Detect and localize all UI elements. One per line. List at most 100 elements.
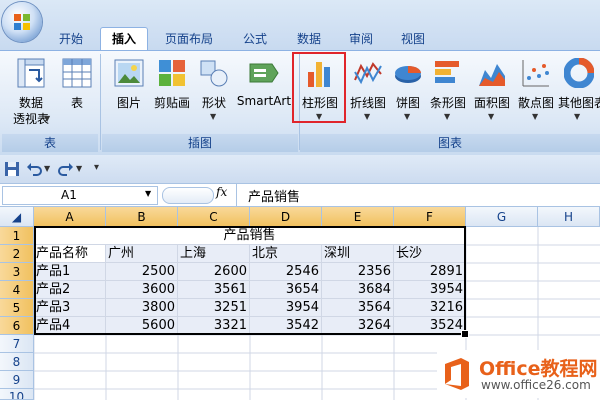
tab-home[interactable]: 开始: [48, 28, 94, 50]
clipart-button-label: 剪贴画: [153, 96, 190, 110]
formula-content[interactable]: 产品销售: [248, 186, 300, 205]
group-label-illustrations: 插图: [102, 134, 298, 152]
tab-page-layout[interactable]: 页面布局: [156, 28, 222, 50]
insert-function-icon[interactable]: fx: [216, 185, 227, 199]
chevron-down-icon: ▼: [210, 112, 217, 121]
cell-d2[interactable]: 北京: [250, 245, 322, 263]
row-header-9[interactable]: 9: [0, 371, 34, 389]
column-header-h[interactable]: H: [538, 207, 600, 227]
table-button[interactable]: 表: [58, 56, 96, 132]
chevron-down-icon: ▼: [44, 114, 51, 123]
cell-b6[interactable]: 5600: [106, 317, 178, 335]
picture-icon: [114, 59, 144, 87]
column-header-b[interactable]: B: [106, 207, 178, 227]
undo-dropdown-icon[interactable]: ▼: [44, 164, 50, 173]
table-icon: [62, 58, 92, 88]
cell-e2[interactable]: 深圳: [322, 245, 394, 263]
cell-f6[interactable]: 3524: [394, 317, 466, 335]
cell-a6[interactable]: 产品4: [34, 317, 106, 335]
redo-dropdown-icon[interactable]: ▼: [76, 164, 82, 173]
line-chart-icon: [354, 62, 382, 85]
save-icon[interactable]: [4, 161, 20, 177]
row-header-7[interactable]: 7: [0, 335, 34, 353]
pie-chart-label: 饼图: [395, 96, 420, 110]
row-header-2[interactable]: 2: [0, 245, 34, 263]
cell-f4[interactable]: 3954: [394, 281, 466, 299]
cell-d4[interactable]: 3654: [250, 281, 322, 299]
select-all-corner[interactable]: ◢: [0, 207, 34, 227]
smartart-button[interactable]: SmartArt: [236, 56, 292, 132]
office-watermark-logo-icon: [445, 358, 469, 390]
column-header-d[interactable]: D: [250, 207, 322, 227]
cell-e3[interactable]: 2356: [322, 263, 394, 281]
chevron-down-icon: ▼: [145, 189, 152, 198]
tab-insert[interactable]: 插入: [100, 27, 148, 51]
group-label-charts: 图表: [300, 134, 600, 152]
cell-c3[interactable]: 2600: [178, 263, 250, 281]
watermark: Office教程网 www.office26.com: [437, 350, 600, 398]
cell-e4[interactable]: 3684: [322, 281, 394, 299]
tab-view[interactable]: 视图: [390, 28, 436, 50]
name-box[interactable]: A1 ▼: [2, 186, 158, 205]
area-chart-button[interactable]: 面积图 ▼: [470, 56, 514, 132]
cell-b4[interactable]: 3600: [106, 281, 178, 299]
undo-icon[interactable]: [26, 161, 42, 177]
row-header-4[interactable]: 4: [0, 281, 34, 299]
cell-f2[interactable]: 长沙: [394, 245, 466, 263]
cell-f5[interactable]: 3216: [394, 299, 466, 317]
cell-f3[interactable]: 2891: [394, 263, 466, 281]
cell-a2[interactable]: 产品名称: [34, 245, 106, 263]
row-header-6[interactable]: 6: [0, 317, 34, 335]
row-header-5[interactable]: 5: [0, 299, 34, 317]
cell-d3[interactable]: 2546: [250, 263, 322, 281]
column-header-a[interactable]: A: [34, 207, 106, 227]
row-header-8[interactable]: 8: [0, 353, 34, 371]
cell-a3[interactable]: 产品1: [34, 263, 106, 281]
other-charts-label: 其他图表: [558, 96, 600, 110]
office-button[interactable]: [2, 2, 42, 42]
column-header-f[interactable]: F: [394, 207, 466, 227]
tab-data[interactable]: 数据: [286, 28, 332, 50]
line-chart-button[interactable]: 折线图 ▼: [346, 56, 390, 132]
bar-chart-label: 条形图: [429, 96, 466, 110]
cell-a5[interactable]: 产品3: [34, 299, 106, 317]
column-header-c[interactable]: C: [178, 207, 250, 227]
bar-chart-button[interactable]: 条形图 ▼: [426, 56, 470, 132]
pivot-table-button[interactable]: 数据 透视表 ▼: [6, 56, 56, 132]
row-header-3[interactable]: 3: [0, 263, 34, 281]
cell-d6[interactable]: 3542: [250, 317, 322, 335]
redo-icon[interactable]: [58, 161, 74, 177]
cell-a1-title[interactable]: 产品销售: [34, 227, 466, 245]
scatter-chart-button[interactable]: 散点图 ▼: [514, 56, 558, 132]
cell-c6[interactable]: 3321: [178, 317, 250, 335]
cell-d5[interactable]: 3954: [250, 299, 322, 317]
column-header-e[interactable]: E: [322, 207, 394, 227]
tab-review[interactable]: 审阅: [338, 28, 384, 50]
clipart-button[interactable]: 剪贴画: [150, 56, 194, 132]
cell-c4[interactable]: 3561: [178, 281, 250, 299]
cell-e6[interactable]: 3264: [322, 317, 394, 335]
shapes-button[interactable]: 形状 ▼: [196, 56, 232, 132]
cell-c5[interactable]: 3251: [178, 299, 250, 317]
smartart-button-label: SmartArt: [236, 94, 292, 108]
tab-formulas[interactable]: 公式: [232, 28, 278, 50]
pie-chart-button[interactable]: 饼图 ▼: [390, 56, 426, 132]
column-header-g[interactable]: G: [466, 207, 538, 227]
cell-a4[interactable]: 产品2: [34, 281, 106, 299]
cell-b5[interactable]: 3800: [106, 299, 178, 317]
cell-c2[interactable]: 上海: [178, 245, 250, 263]
customize-toolbar-icon[interactable]: ▾: [94, 162, 99, 173]
row-header-10[interactable]: 10: [0, 389, 34, 400]
cell-b3[interactable]: 2500: [106, 263, 178, 281]
picture-button[interactable]: 图片: [108, 56, 150, 132]
fill-handle[interactable]: [461, 330, 469, 338]
other-charts-button[interactable]: 其他图表 ▼: [558, 56, 600, 132]
chevron-down-icon: ▼: [404, 112, 411, 121]
cell-b2[interactable]: 广州: [106, 245, 178, 263]
group-separator: [100, 54, 101, 150]
scatter-chart-label: 散点图: [517, 96, 554, 110]
formula-bar-splitter[interactable]: [162, 187, 214, 204]
cell-e5[interactable]: 3564: [322, 299, 394, 317]
row-header-1[interactable]: 1: [0, 227, 34, 245]
column-chart-highlight: [292, 52, 346, 123]
